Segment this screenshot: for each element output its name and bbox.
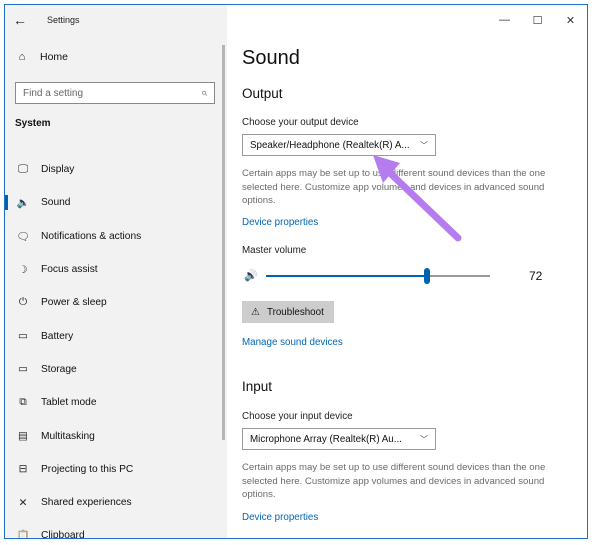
chevron-down-icon: ﹀ xyxy=(420,434,428,444)
master-volume-row: 🔊 72 xyxy=(242,266,562,286)
troubleshoot-button[interactable]: ⚠ Troubleshoot xyxy=(242,301,334,323)
input-device-select[interactable]: Microphone Array (Realtek(R) Au... ﹀ xyxy=(242,428,436,450)
clipboard-icon: 📋 xyxy=(16,530,30,539)
multitasking-icon: ▤ xyxy=(18,430,28,443)
volume-slider-thumb[interactable] xyxy=(424,268,431,284)
app-title: Settings xyxy=(47,15,80,25)
section-title: System xyxy=(15,118,51,129)
sidebar-item-notifications[interactable]: 🗨 Notifications & actions xyxy=(5,220,223,253)
sidebar-item-shared-experiences[interactable]: ✕ Shared experiences xyxy=(5,486,223,519)
shared-experiences-icon: ✕ xyxy=(18,496,28,509)
volume-slider[interactable] xyxy=(266,268,490,284)
power-icon: ⏻ xyxy=(18,296,28,309)
sidebar-item-label: Battery xyxy=(41,330,74,342)
sidebar-item-projecting[interactable]: ⊟ Projecting to this PC xyxy=(5,453,223,486)
speaker-volume-icon[interactable]: 🔊 xyxy=(244,269,258,282)
sidebar-item-power-sleep[interactable]: ⏻ Power & sleep xyxy=(5,286,223,319)
sidebar-item-label: Power & sleep xyxy=(41,297,107,309)
storage-icon: ▭ xyxy=(18,363,28,376)
input-heading: Input xyxy=(242,379,273,394)
sidebar-item-storage[interactable]: ▭ Storage xyxy=(5,353,223,386)
sidebar-item-label: Projecting to this PC xyxy=(41,463,134,475)
tablet-mode-icon: ⧉ xyxy=(19,396,27,409)
search-icon[interactable]: ⌕ xyxy=(201,87,207,100)
sidebar-item-focus-assist[interactable]: ☽ Focus assist xyxy=(5,253,223,286)
master-volume-label: Master volume xyxy=(242,245,307,256)
output-description: Certain apps may be set up to use differ… xyxy=(242,168,546,206)
sidebar-item-home[interactable]: ⌂ Home xyxy=(15,51,68,63)
volume-value: 72 xyxy=(529,269,543,283)
sidebar-item-sound[interactable]: 🔈 Sound xyxy=(5,186,223,219)
sidebar-item-label: Display xyxy=(41,164,75,176)
sidebar-item-tablet-mode[interactable]: ⧉ Tablet mode xyxy=(5,386,223,419)
monitor-icon: 🖵 xyxy=(17,163,29,176)
volume-slider-fill xyxy=(266,275,428,277)
sidebar-item-multitasking[interactable]: ▤ Multitasking xyxy=(5,419,223,452)
input-device-properties-link[interactable]: Device properties xyxy=(242,512,318,523)
input-description: Certain apps may be set up to use differ… xyxy=(242,462,546,500)
output-device-label: Choose your output device xyxy=(242,117,359,128)
notification-icon: 🗨 xyxy=(16,230,30,243)
input-device-value: Microphone Array (Realtek(R) Au... xyxy=(250,433,402,445)
output-device-properties-link[interactable]: Device properties xyxy=(242,217,318,228)
search-input[interactable] xyxy=(23,87,183,99)
sidebar-item-label: Clipboard xyxy=(41,530,85,539)
page-title: Sound xyxy=(242,47,300,69)
sidebar: ← Settings ⌂ Home ⌕ System 🖵 Display 🔈 S… xyxy=(5,5,227,538)
sidebar-item-label: Shared experiences xyxy=(41,497,132,509)
warning-icon: ⚠ xyxy=(251,306,260,318)
sidebar-item-label: Multitasking xyxy=(41,430,95,442)
sidebar-item-label: Tablet mode xyxy=(41,397,97,409)
home-icon: ⌂ xyxy=(18,51,26,63)
output-device-select[interactable]: Speaker/Headphone (Realtek(R) A... ﹀ xyxy=(242,134,436,156)
input-device-label: Choose your input device xyxy=(242,411,353,422)
back-arrow-icon[interactable]: ← xyxy=(5,5,35,35)
sidebar-nav: 🖵 Display 🔈 Sound 🗨 Notifications & acti… xyxy=(5,153,223,539)
troubleshoot-label: Troubleshoot xyxy=(266,306,324,318)
battery-icon: ▭ xyxy=(18,330,28,343)
sidebar-item-clipboard[interactable]: 📋 Clipboard xyxy=(5,519,223,539)
settings-window: ← Settings ⌂ Home ⌕ System 🖵 Display 🔈 S… xyxy=(4,4,588,539)
chevron-down-icon: ﹀ xyxy=(420,140,428,150)
sidebar-scrollbar[interactable] xyxy=(222,45,225,440)
sidebar-item-label: Sound xyxy=(41,197,71,209)
moon-icon: ☽ xyxy=(18,263,28,276)
output-heading: Output xyxy=(242,86,283,101)
sidebar-item-battery[interactable]: ▭ Battery xyxy=(5,319,223,352)
manage-sound-devices-link[interactable]: Manage sound devices xyxy=(242,337,343,348)
title-bar: ← Settings xyxy=(5,5,227,35)
home-label: Home xyxy=(40,51,69,63)
sidebar-item-label: Notifications & actions xyxy=(41,230,142,242)
output-device-value: Speaker/Headphone (Realtek(R) A... xyxy=(250,139,410,151)
sidebar-item-label: Focus assist xyxy=(41,264,98,276)
sidebar-item-display[interactable]: 🖵 Display xyxy=(5,153,223,186)
projecting-icon: ⊟ xyxy=(18,463,28,476)
sidebar-item-label: Storage xyxy=(41,363,77,375)
main-content: Sound Output Choose your output device S… xyxy=(242,5,587,538)
speaker-icon: 🔈 xyxy=(16,197,30,210)
search-box[interactable]: ⌕ xyxy=(15,82,215,104)
